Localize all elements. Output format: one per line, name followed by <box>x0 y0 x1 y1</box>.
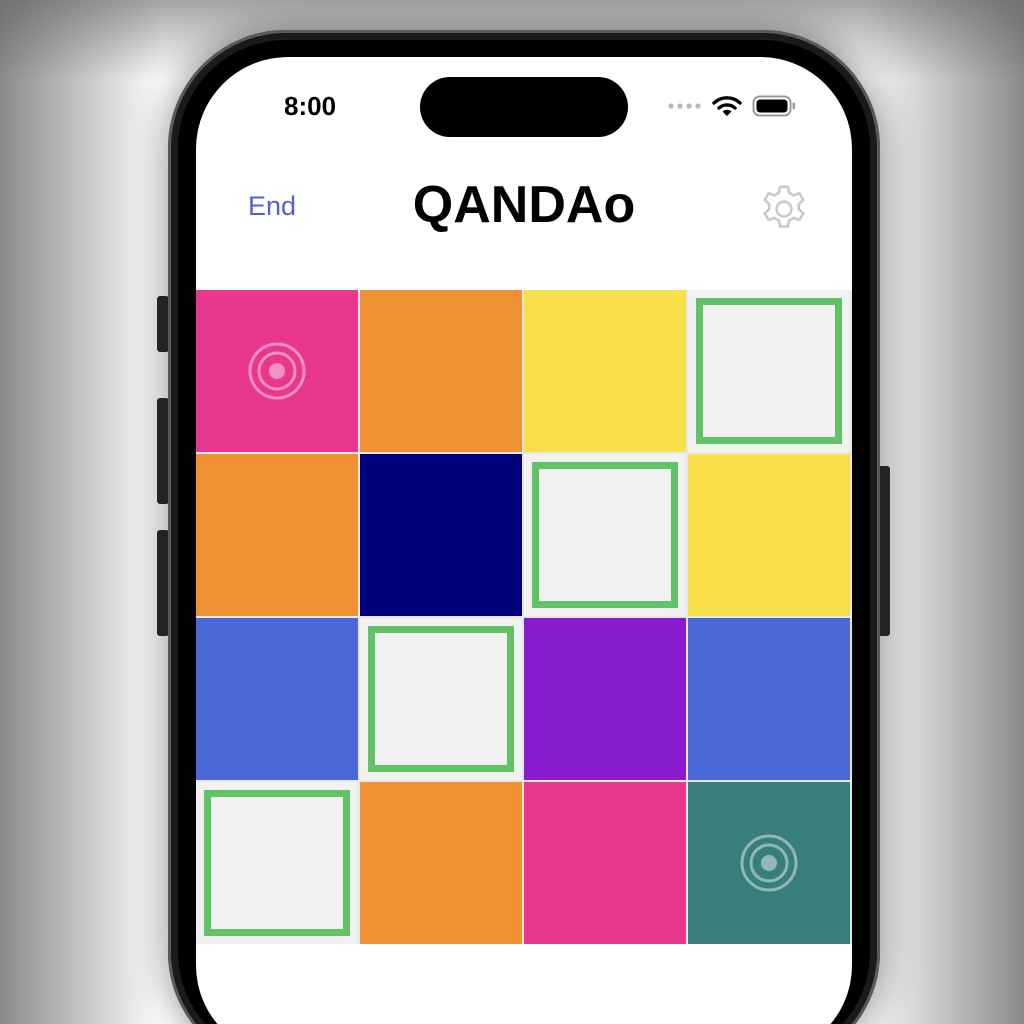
empty-tile-slot[interactable] <box>360 618 522 780</box>
target-icon <box>740 834 798 892</box>
signal-dots-icon <box>668 103 701 109</box>
wifi-icon <box>712 96 742 116</box>
status-icons <box>668 95 796 117</box>
color-tile[interactable] <box>524 290 686 452</box>
color-tile[interactable] <box>360 782 522 944</box>
color-tile[interactable] <box>524 618 686 780</box>
color-tile[interactable] <box>360 454 522 616</box>
game-board <box>196 290 852 944</box>
status-time: 8:00 <box>284 91 337 121</box>
app-screen: 8:00 End QANDAo <box>196 57 852 1024</box>
dynamic-island <box>420 77 628 137</box>
color-tile[interactable] <box>196 454 358 616</box>
empty-tile-slot[interactable] <box>688 290 850 452</box>
gear-icon[interactable] <box>756 181 812 237</box>
target-icon <box>248 342 306 400</box>
empty-tile-slot[interactable] <box>524 454 686 616</box>
color-tile[interactable] <box>360 290 522 452</box>
battery-icon <box>752 95 795 117</box>
color-tile[interactable] <box>688 618 850 780</box>
color-tile[interactable] <box>688 454 850 616</box>
color-tile[interactable] <box>688 782 850 944</box>
color-tile[interactable] <box>524 782 686 944</box>
color-tile[interactable] <box>196 290 358 452</box>
page-title: QANDAo <box>412 176 636 234</box>
empty-tile-slot[interactable] <box>196 782 358 944</box>
color-tile[interactable] <box>196 618 358 780</box>
